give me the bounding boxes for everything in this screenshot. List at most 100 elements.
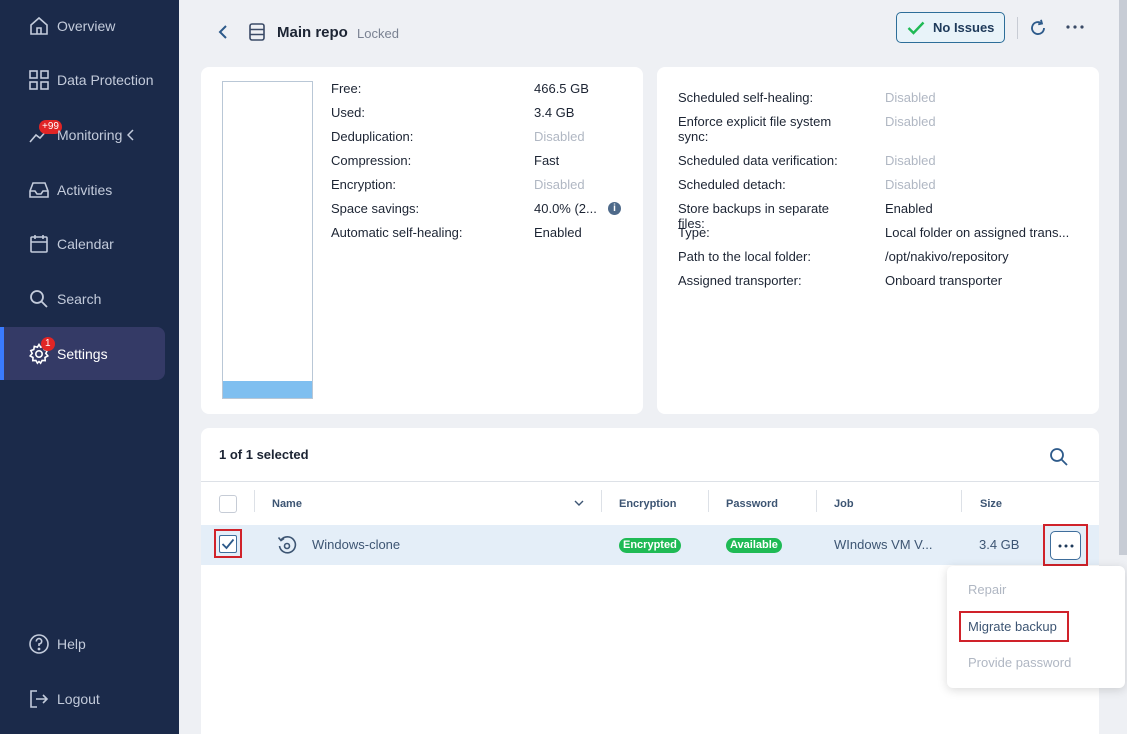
selection-count: 1 of 1 selected xyxy=(219,447,309,462)
home-icon xyxy=(30,16,48,35)
column-separator xyxy=(601,490,602,512)
menu-item-repair: Repair xyxy=(968,582,1007,597)
password-status-badge: Available xyxy=(726,538,782,553)
chevron-down-icon[interactable] xyxy=(574,499,584,507)
info-icon[interactable]: i xyxy=(608,202,621,215)
menu-item-migrate-backup[interactable]: Migrate backup xyxy=(968,619,1057,634)
row-actions-button[interactable] xyxy=(1050,531,1081,560)
column-header-size[interactable]: Size xyxy=(980,498,1002,510)
field-value: Enabled xyxy=(885,201,933,216)
row-actions-highlight xyxy=(1043,524,1088,566)
sidebar-item-label: Calendar xyxy=(57,235,114,252)
field-value: Disabled xyxy=(885,90,936,105)
column-separator xyxy=(816,490,817,512)
field-label: Type: xyxy=(678,225,710,240)
sidebar-item-monitoring[interactable]: +99 Monitoring xyxy=(0,108,165,161)
search-icon xyxy=(30,289,48,308)
field-label: Deduplication: xyxy=(331,129,414,144)
row-checkbox-highlight xyxy=(214,529,242,558)
field-value: 466.5 GB xyxy=(534,81,589,96)
column-separator xyxy=(254,490,255,512)
field-value: Disabled xyxy=(885,114,936,129)
column-separator xyxy=(708,490,709,512)
inbox-icon xyxy=(29,181,49,198)
refresh-icon[interactable] xyxy=(1028,18,1048,38)
field-value: /opt/nakivo/repository xyxy=(885,249,1009,264)
sidebar: Overview Data Protection +99 Monitoring … xyxy=(0,0,179,734)
sidebar-item-label: Overview xyxy=(57,17,116,34)
more-options-icon[interactable] xyxy=(1063,18,1087,38)
field-value: Fast xyxy=(534,153,560,168)
backup-size: 3.4 GB xyxy=(979,537,1020,552)
field-value: Disabled xyxy=(534,177,585,192)
table-divider xyxy=(201,481,1099,482)
field-label: Space savings: xyxy=(331,201,420,216)
repository-icon xyxy=(249,23,265,41)
field-value: Disabled xyxy=(885,153,936,168)
job-name: WIndows VM V... xyxy=(834,537,933,552)
column-header-name[interactable]: Name xyxy=(272,498,302,510)
chevron-left-icon xyxy=(127,128,134,141)
field-value: Local folder on assigned trans... xyxy=(885,225,1070,240)
back-icon[interactable] xyxy=(213,22,233,42)
column-header-encryption[interactable]: Encryption xyxy=(619,498,676,510)
field-label: Scheduled data verification: xyxy=(678,153,838,168)
page-title: Main repo xyxy=(277,24,348,41)
column-header-password[interactable]: Password xyxy=(726,498,778,510)
backup-name[interactable]: Windows-clone xyxy=(312,537,400,552)
select-all-checkbox[interactable] xyxy=(219,495,237,513)
check-icon xyxy=(907,21,925,35)
column-separator xyxy=(961,490,962,512)
field-value: Disabled xyxy=(885,177,936,192)
help-icon xyxy=(29,633,49,654)
field-label: Scheduled self-healing: xyxy=(678,90,814,105)
calendar-icon xyxy=(30,234,48,253)
restore-point-icon xyxy=(277,536,297,554)
sidebar-item-label: Data Protection xyxy=(57,71,154,88)
logout-icon xyxy=(30,689,49,708)
table-row[interactable]: Windows-clone Encrypted Available WIndow… xyxy=(201,525,1099,565)
field-value: 3.4 GB xyxy=(534,105,575,120)
sidebar-item-settings[interactable]: 1 Settings xyxy=(0,327,165,380)
field-label: Scheduled detach: xyxy=(678,177,786,192)
field-label: Free: xyxy=(331,81,362,96)
sidebar-item-overview[interactable]: Overview xyxy=(0,0,165,52)
field-value: Onboard transporter xyxy=(885,273,1003,288)
field-label: Enforce explicit file system sync: xyxy=(678,114,832,144)
row-checkbox[interactable] xyxy=(219,535,237,553)
field-value: Disabled xyxy=(534,129,585,144)
usage-bar-fill xyxy=(223,380,312,398)
sidebar-item-help[interactable]: Help xyxy=(0,617,165,670)
sidebar-item-label: Logout xyxy=(57,690,100,707)
field-label: Used: xyxy=(331,105,365,120)
sidebar-item-logout[interactable]: Logout xyxy=(0,672,165,725)
sidebar-item-search[interactable]: Search xyxy=(0,272,165,325)
scrollbar[interactable] xyxy=(1119,0,1127,555)
field-label: Compression: xyxy=(331,153,412,168)
header-divider xyxy=(1017,17,1018,39)
field-label: Assigned transporter: xyxy=(678,273,802,288)
no-issues-button[interactable]: No Issues xyxy=(896,12,1005,43)
sidebar-item-activities[interactable]: Activities xyxy=(0,163,165,216)
grid-icon xyxy=(29,69,49,90)
more-options-icon xyxy=(1058,544,1073,548)
checkmark-icon xyxy=(221,538,235,550)
details-card: Scheduled self-healing: Disabled Enforce e… xyxy=(657,67,1099,414)
summary-card: Free: 466.5 GB Used: 3.4 GB Deduplication: Di… xyxy=(201,67,643,414)
field-label: Path to the local folder: xyxy=(678,249,811,264)
search-icon[interactable] xyxy=(1049,447,1069,467)
lock-status: Locked xyxy=(357,26,399,41)
column-header-job[interactable]: Job xyxy=(834,498,854,510)
field-label: Encryption: xyxy=(331,177,397,192)
field-label: Automatic self-healing: xyxy=(331,225,463,240)
sidebar-item-label: Settings xyxy=(57,345,108,362)
no-issues-label: No Issues xyxy=(933,20,995,35)
usage-bar xyxy=(222,81,313,399)
sidebar-item-label: Monitoring xyxy=(57,126,123,143)
row-actions-menu: Repair Migrate backup Provide password xyxy=(947,566,1125,688)
sidebar-item-calendar[interactable]: Calendar xyxy=(0,217,165,270)
sidebar-item-label: Help xyxy=(57,635,86,652)
sidebar-item-data-protection[interactable]: Data Protection xyxy=(0,53,165,106)
sidebar-item-label: Activities xyxy=(57,181,113,198)
encryption-status-badge: Encrypted xyxy=(619,538,681,553)
